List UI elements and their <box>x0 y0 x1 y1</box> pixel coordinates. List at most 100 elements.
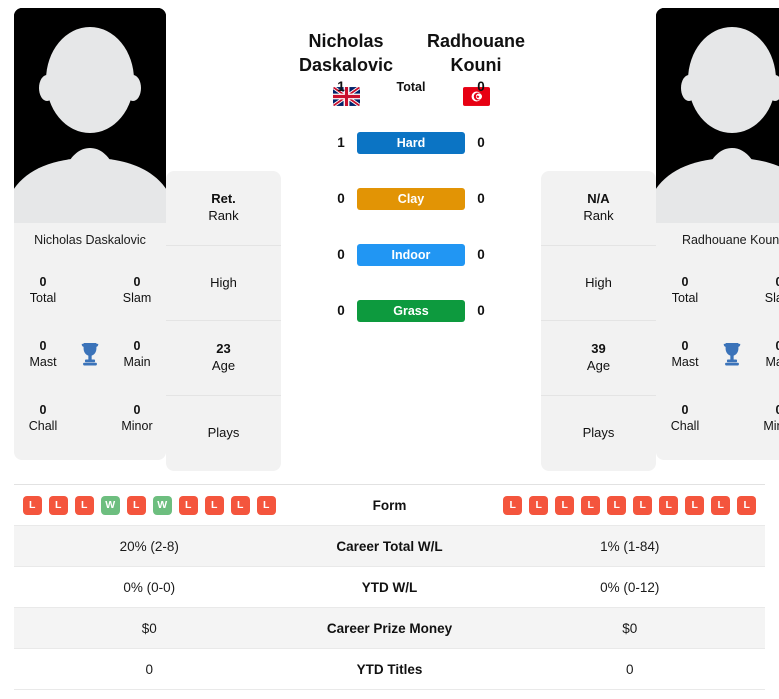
surface-breakdown: 1 Total 0 1 Hard 0 0 Clay 0 0 Indoor 0 0… <box>332 59 490 339</box>
form-badge-loss[interactable]: L <box>503 495 523 515</box>
left-high-cell: High <box>166 246 281 321</box>
h2h-total-left-score: 1 <box>337 79 345 94</box>
h2h-indoor-right-score: 0 <box>477 247 485 262</box>
left-ytd-titles: 0 <box>145 661 153 677</box>
h2h-clay-right-score: 0 <box>477 191 485 206</box>
left-ytd-wl: 0% (0-0) <box>123 579 176 595</box>
right-titles-slam: 0 Slam <box>764 275 779 305</box>
right-titles-row-2: 0 Mast 0 Main <box>662 322 779 386</box>
right-form-cell: LLLLLLLLLL <box>495 495 766 515</box>
trophy-icon-glyph <box>80 343 100 366</box>
left-plays-cell: Plays <box>207 425 240 441</box>
h2h-row-grass: 0 Grass 0 <box>332 283 490 339</box>
left-titles-row-1: 0 Total 0 Slam <box>20 258 160 322</box>
left-player-name-caption: Nicholas Daskalovic <box>14 223 166 258</box>
right-titles-mast: 0 Mast <box>671 339 699 369</box>
right-titles-grid: 0 Total 0 Slam 0 Mast <box>656 258 779 460</box>
form-badge-loss[interactable]: L <box>204 495 224 515</box>
right-ytd-wl: 0% (0-12) <box>600 579 660 595</box>
right-titles-row-3: 0 Chall 0 Minor <box>662 386 779 450</box>
right-player-card[interactable]: Radhouane Kouni 0 Total 0 Slam 0 <box>656 8 779 460</box>
form-badge-loss[interactable]: L <box>607 495 627 515</box>
row-label-form: Form <box>372 497 407 513</box>
h2h-row-clay: 0 Clay 0 <box>332 171 490 227</box>
left-titles-mast: 0 Mast <box>29 339 57 369</box>
right-titles-chall: 0 Chall <box>670 403 700 433</box>
form-badge-loss[interactable]: L <box>633 495 653 515</box>
left-titles-minor: 0 Minor <box>121 403 153 433</box>
right-info-card: N/A Rank High 39 Age Plays <box>541 171 656 471</box>
right-titles-main: 0 Main <box>765 339 779 369</box>
h2h-hard-left-score: 1 <box>337 135 345 150</box>
trophy-icon <box>715 342 749 366</box>
h2h-total-right-score: 0 <box>477 79 485 94</box>
right-career-prize-money: $0 <box>622 620 638 636</box>
left-titles-grid: 0 Total 0 Slam 0 Mast 0 Main 0 Chall 0 M… <box>14 258 166 460</box>
left-career-total-wl: 20% (2-8) <box>119 538 179 554</box>
form-badge-loss[interactable]: L <box>256 495 276 515</box>
table-row: LLLWLWLLLL Form LLLLLLLLLL <box>14 485 765 526</box>
row-label-career-total-wl: Career Total W/L <box>336 538 443 554</box>
table-row: 20% (2-8) Career Total W/L 1% (1-84) <box>14 526 765 567</box>
form-badge-loss[interactable]: L <box>178 495 198 515</box>
form-badge-loss[interactable]: L <box>126 495 146 515</box>
h2h-row-indoor: 0 Indoor 0 <box>332 227 490 283</box>
trophy-icon-glyph <box>722 343 742 366</box>
h2h-grass-label[interactable]: Grass <box>357 299 465 322</box>
left-player-card[interactable]: Nicholas Daskalovic 0 Total 0 Slam 0 Mas… <box>14 8 166 460</box>
left-form-badges: LLLWLWLLLL <box>22 495 276 515</box>
left-titles-main: 0 Main <box>123 339 151 369</box>
h2h-grass-right-score: 0 <box>477 303 485 318</box>
form-badge-loss[interactable]: L <box>22 495 42 515</box>
form-badge-loss[interactable]: L <box>659 495 679 515</box>
form-badge-loss[interactable]: L <box>581 495 601 515</box>
right-age-cell: 39 Age <box>541 321 656 396</box>
h2h-row-hard: 1 Hard 0 <box>332 115 490 171</box>
form-badge-win[interactable]: W <box>100 495 120 515</box>
top-section: Nicholas Daskalovic 0 Total 0 Slam 0 Mas… <box>0 0 779 478</box>
h2h-clay-label[interactable]: Clay <box>357 187 465 210</box>
left-player-photo <box>14 8 166 223</box>
form-badge-loss[interactable]: L <box>230 495 250 515</box>
form-badge-loss[interactable]: L <box>529 495 549 515</box>
h2h-total-label: Total <box>396 79 426 94</box>
right-form-badges: LLLLLLLLLL <box>503 495 757 515</box>
row-label-career-prize-money: Career Prize Money <box>326 620 453 636</box>
left-titles-chall: 0 Chall <box>28 403 58 433</box>
h2h-comparison-page: Nicholas Daskalovic 0 Total 0 Slam 0 Mas… <box>0 0 779 699</box>
form-badge-loss[interactable]: L <box>685 495 705 515</box>
left-rank-cell: Ret. Rank <box>166 171 281 246</box>
left-titles-row-2: 0 Mast 0 Main <box>20 322 160 386</box>
form-badge-win[interactable]: W <box>152 495 172 515</box>
row-label-ytd-titles: YTD Titles <box>356 661 423 677</box>
form-badge-loss[interactable]: L <box>74 495 94 515</box>
right-titles-row-1: 0 Total 0 Slam <box>662 258 779 322</box>
form-badge-loss[interactable]: L <box>48 495 68 515</box>
right-high-cell: High <box>541 246 656 321</box>
left-info-card: Ret. Rank High 23 Age Plays <box>166 171 281 471</box>
right-player-photo <box>656 8 779 223</box>
right-player-name-caption: Radhouane Kouni <box>656 223 779 258</box>
right-titles-total: 0 Total <box>671 275 699 305</box>
left-age-cell: 23 Age <box>166 321 281 396</box>
comparison-table: LLLWLWLLLL Form LLLLLLLLLL 20% (2-8) Car… <box>14 484 765 690</box>
h2h-hard-label[interactable]: Hard <box>357 131 465 154</box>
table-row: $0 Career Prize Money $0 <box>14 608 765 649</box>
form-badge-loss[interactable]: L <box>737 495 757 515</box>
head-to-head-column: Nicholas Daskalovic Radhouane Kouni 1 To… <box>281 8 541 339</box>
left-titles-row-3: 0 Chall 0 Minor <box>20 386 160 450</box>
left-form-cell: LLLWLWLLLL <box>14 495 285 515</box>
h2h-clay-left-score: 0 <box>337 191 345 206</box>
row-label-ytd-wl: YTD W/L <box>361 579 418 595</box>
h2h-hard-right-score: 0 <box>477 135 485 150</box>
right-rank-cell: N/A Rank <box>541 171 656 246</box>
h2h-indoor-left-score: 0 <box>337 247 345 262</box>
h2h-indoor-label[interactable]: Indoor <box>357 243 465 266</box>
form-badge-loss[interactable]: L <box>555 495 575 515</box>
avatar-placeholder-icon <box>14 8 166 223</box>
left-titles-slam: 0 Slam <box>122 275 152 305</box>
h2h-row-total: 1 Total 0 <box>332 59 490 115</box>
right-plays-cell: Plays <box>582 425 615 441</box>
form-badge-loss[interactable]: L <box>711 495 731 515</box>
left-career-prize-money: $0 <box>141 620 157 636</box>
